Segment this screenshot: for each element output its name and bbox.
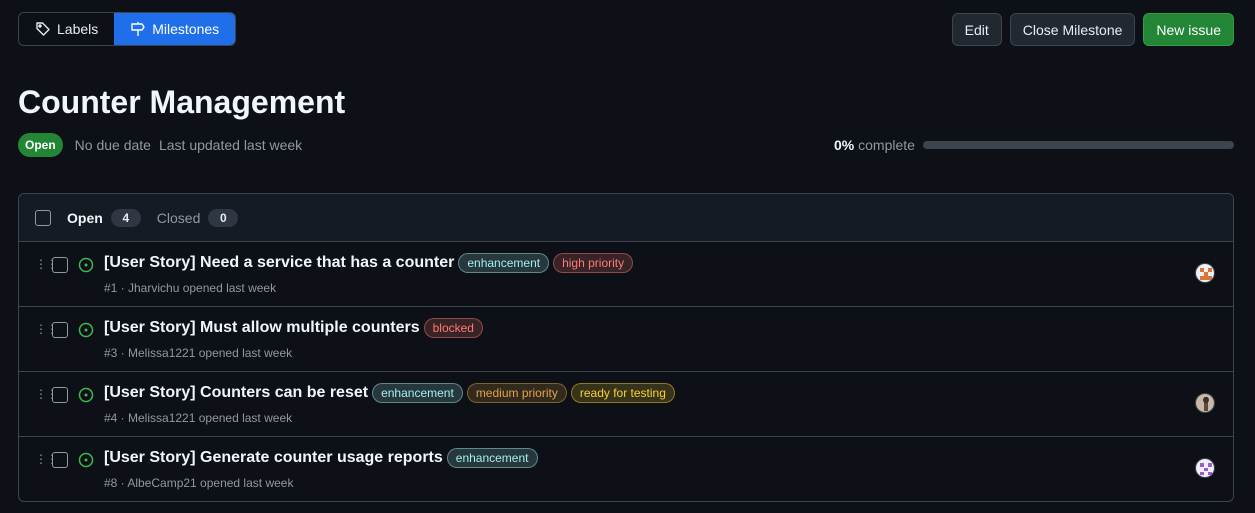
- issue-opened-icon: [78, 257, 94, 273]
- issue-row[interactable]: ⋮⋮ [User Story] Counters can be reset enha…: [19, 372, 1233, 437]
- issue-meta: #8 · AlbeCamp21 opened last week: [104, 476, 294, 490]
- issue-row[interactable]: ⋮⋮ [User Story] Need a service that has a…: [19, 242, 1233, 307]
- issue-title-line: [User Story] Need a service that has a c…: [104, 253, 634, 273]
- open-issues-tab[interactable]: Open 4: [67, 208, 141, 227]
- progress-suffix: complete: [858, 137, 915, 153]
- issue-title-line: [User Story] Counters can be reset enhanc…: [104, 383, 675, 403]
- issue-title-link[interactable]: [User Story] Must allow multiple counter…: [104, 319, 420, 337]
- closed-tab-label: Closed: [156, 209, 201, 226]
- open-count: 4: [110, 208, 141, 227]
- issue-title-link[interactable]: [User Story] Counters can be reset: [104, 384, 368, 402]
- closed-count: 0: [208, 208, 239, 227]
- select-all-checkbox[interactable]: [35, 209, 51, 226]
- labels-tab-label: Labels: [57, 21, 99, 37]
- issues-list-header: Open 4 Closed 0: [19, 194, 1233, 242]
- issue-title-line: [User Story] Generate counter usage repo…: [104, 448, 538, 468]
- issue-meta: #1 · Jharvichu opened last week: [104, 281, 277, 295]
- last-updated: Last updated last week: [158, 137, 303, 153]
- issue-label[interactable]: blocked: [423, 318, 483, 338]
- new-issue-button[interactable]: New issue: [1143, 13, 1234, 46]
- issue-checkbox[interactable]: [52, 452, 68, 468]
- progress-percent: 0%: [834, 137, 855, 153]
- issue-checkbox[interactable]: [52, 387, 68, 403]
- issue-opened-icon: [78, 322, 94, 338]
- issue-label[interactable]: enhancement: [446, 448, 538, 468]
- milestones-tab[interactable]: Milestones: [114, 13, 236, 45]
- due-date: No due date: [74, 137, 151, 153]
- open-tab-label: Open: [67, 209, 103, 226]
- issue-opened-icon: [78, 452, 94, 468]
- progress-text: 0% complete: [834, 137, 915, 153]
- issue-checkbox[interactable]: [52, 322, 68, 338]
- issue-title-link[interactable]: [User Story] Need a service that has a c…: [104, 254, 454, 272]
- milestone-icon: [131, 22, 145, 36]
- milestone-progress: 0% complete: [834, 137, 1234, 153]
- issues-list: Open 4 Closed 0 ⋮⋮ [User Story] Need a se…: [18, 193, 1234, 502]
- tag-icon: [36, 22, 50, 36]
- issue-label[interactable]: medium priority: [466, 383, 567, 403]
- milestone-title: Counter Management: [18, 84, 346, 120]
- issue-opened-icon: [78, 387, 94, 403]
- labels-tab[interactable]: Labels: [19, 13, 115, 45]
- assignee-avatar[interactable]: [1195, 263, 1215, 283]
- close-milestone-button[interactable]: Close Milestone: [1009, 13, 1136, 46]
- issue-label[interactable]: enhancement: [458, 253, 550, 273]
- milestone-meta: Open No due date Last updated last week: [18, 133, 302, 157]
- assignee-avatar[interactable]: [1195, 458, 1215, 478]
- closed-issues-tab[interactable]: Closed 0: [156, 208, 239, 227]
- edit-button[interactable]: Edit: [951, 13, 1002, 46]
- issue-row[interactable]: ⋮⋮ [User Story] Generate counter usage re…: [19, 437, 1233, 501]
- milestones-tab-label: Milestones: [152, 21, 220, 37]
- status-badge: Open: [18, 133, 63, 157]
- assignee-avatar[interactable]: [1195, 393, 1215, 413]
- issue-title-line: [User Story] Must allow multiple counter…: [104, 318, 483, 338]
- issue-title-link[interactable]: [User Story] Generate counter usage repo…: [104, 449, 443, 467]
- issue-meta: #4 · Melissa1221 opened last week: [104, 411, 293, 425]
- labels-milestones-toggle: Labels Milestones: [18, 12, 237, 46]
- issue-label[interactable]: high priority: [553, 253, 634, 273]
- progress-bar: [922, 141, 1234, 149]
- issue-meta: #3 · Melissa1221 opened last week: [104, 346, 293, 360]
- issue-label[interactable]: enhancement: [372, 383, 463, 403]
- issue-checkbox[interactable]: [52, 257, 68, 273]
- issue-label[interactable]: ready for testing: [570, 383, 675, 403]
- issue-row[interactable]: ⋮⋮ [User Story] Must allow multiple count…: [19, 307, 1233, 372]
- milestone-actions: Edit Close Milestone New issue: [951, 13, 1234, 46]
